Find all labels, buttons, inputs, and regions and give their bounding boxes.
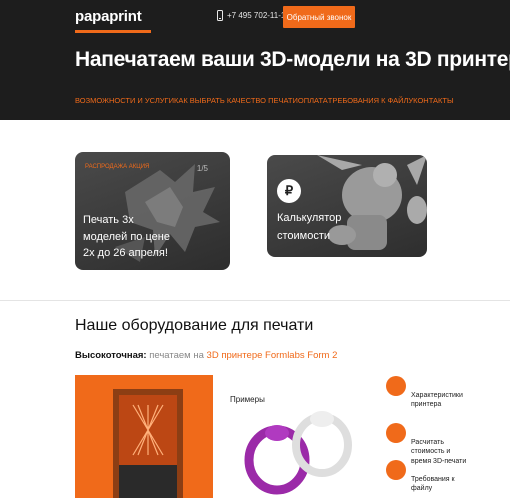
page-title: Напечатаем ваши 3D-модели на 3D принтере [75,48,510,71]
file-icon [386,460,406,480]
promo-card-calculator[interactable]: ₽ Калькулятор стоимости [267,155,427,257]
section-title: Наше оборудование для печати [75,317,314,334]
nav-item-services[interactable]: ВОЗМОЖНОСТИ И УСЛУГИ [75,96,174,105]
printer-illustration [113,389,183,498]
hero-header: papaprint +7 495 702-11-11 Обратный звон… [0,0,510,120]
calculator-icon [386,423,406,443]
section-divider [0,300,510,301]
nav-item-quality[interactable]: КАК ВЫБРАТЬ КАЧЕСТВО ПЕЧАТИ [174,96,298,105]
logo-underline [75,30,151,33]
callback-button[interactable]: Обратный звонок [283,6,355,28]
phone-number[interactable]: +7 495 702-11-11 [217,10,289,21]
phone-text: +7 495 702-11-11 [227,11,290,20]
nav-item-payment[interactable]: ОПЛАТА [298,96,328,105]
side-item-specs[interactable]: Характеристики принтера [386,376,471,410]
promo-tag: РАСПРОДАЖА АКЦИЯ [85,164,150,170]
side-item-label: Характеристики принтера [411,392,463,409]
examples-label: Примеры [230,395,265,404]
precision-line: Высокоточная: печатаем на 3D принтере Fo… [75,350,337,361]
precision-text: печатаем на [146,350,207,361]
calculator-label: Калькулятор стоимости [277,212,342,242]
slide-counter: 1/5 [196,164,208,173]
main-nav: ВОЗМОЖНОСТИ И УСЛУГИ КАК ВЫБРАТЬ КАЧЕСТВ… [75,96,454,105]
side-item-file[interactable]: Требования к файлу [386,460,471,494]
printer-link[interactable]: 3D принтере Formlabs Form 2 [207,350,338,361]
side-item-label: Требования к файлу [411,476,455,493]
printer-icon [386,376,406,396]
logo[interactable]: papaprint [75,8,142,25]
precision-label: Высокоточная: [75,350,147,361]
phone-icon [217,10,223,21]
nav-item-file-requirements[interactable]: ТРЕБОВАНИЯ К ФАЙЛУ [328,96,413,105]
promo-card-sale[interactable]: РАСПРОДАЖА АКЦИЯ 1/5 Печать 3х моделей п… [75,152,230,270]
ruble-icon: ₽ [277,179,301,203]
rings-example-image [244,411,352,495]
promo-text: Печать 3х моделей по цене 2х до 26 апрел… [83,214,170,259]
nav-item-contacts[interactable]: КОНТАКТЫ [413,96,453,105]
printer-image [75,375,213,498]
